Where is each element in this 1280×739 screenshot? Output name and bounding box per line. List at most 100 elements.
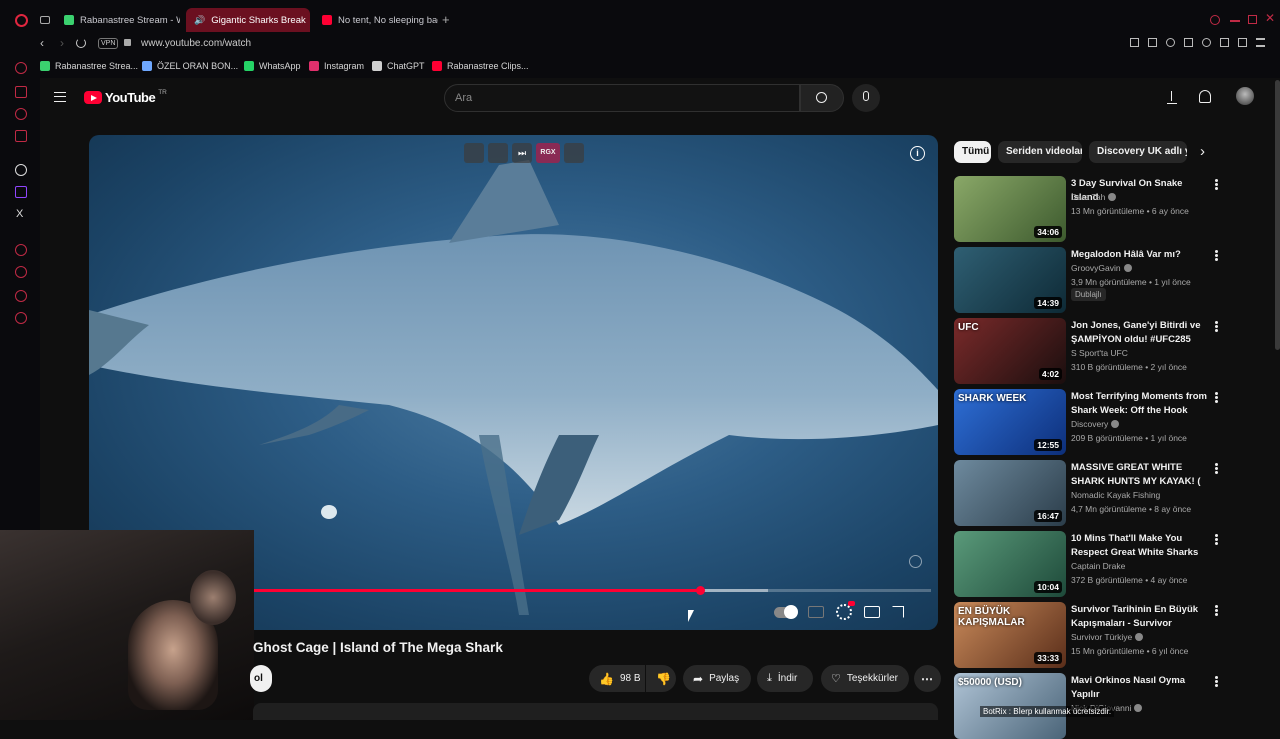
video-thumbnail[interactable]: SHARK WEEK 12:55 <box>954 389 1066 455</box>
recommendation-title[interactable]: 10 Mins That'll Make You Respect Great W… <box>1071 532 1207 559</box>
info-icon[interactable]: i <box>910 146 925 161</box>
sidebar-music-icon[interactable] <box>15 164 27 176</box>
minimize-button[interactable] <box>1230 20 1240 22</box>
recommendation-title[interactable]: Megalodon Hâlâ Var mı? <box>1071 248 1207 262</box>
send-icon[interactable] <box>1184 38 1193 47</box>
video-progress-bar[interactable] <box>253 586 931 595</box>
recommendation-title[interactable]: Most Terrifying Moments from Shark Week:… <box>1071 390 1207 418</box>
channel-name[interactable]: Nomadic Kayak Fishing <box>1071 490 1160 500</box>
avatar[interactable] <box>1236 87 1254 105</box>
video-thumbnail[interactable]: EN BÜYÜK KAPIŞMALAR 33:33 <box>954 602 1066 668</box>
recommendation-card[interactable]: EN BÜYÜK KAPIŞMALAR 33:33 Survivor Tarihin… <box>954 602 1234 668</box>
sidebar-aria-icon[interactable] <box>15 62 27 74</box>
channel-name[interactable]: GroovyGavin <box>1071 263 1132 273</box>
video-thumbnail[interactable]: UFC 4:02 <box>954 318 1066 384</box>
recommendation-card[interactable]: SHARK WEEK 12:55 Most Terrifying Moments f… <box>954 389 1234 455</box>
more-actions-button[interactable]: ⋯ <box>914 665 941 692</box>
youtube-logo[interactable]: YouTube TR <box>84 89 167 105</box>
chips-next-icon[interactable]: › <box>1200 143 1205 160</box>
pin-icon[interactable] <box>1130 38 1139 47</box>
upload-icon[interactable] <box>1167 90 1177 104</box>
bookmark-item[interactable]: ChatGPT <box>372 61 425 71</box>
sidebar-workspace-icon[interactable] <box>15 86 27 98</box>
video-thumbnail[interactable]: 34:06 <box>954 176 1066 242</box>
sidebar-messenger-icon[interactable] <box>15 108 27 120</box>
sidebar-bookmarks-icon[interactable] <box>15 290 27 302</box>
chip-all[interactable]: Tümü <box>954 141 991 163</box>
sidebar-mail-icon[interactable] <box>15 130 27 142</box>
share-button[interactable]: ➦ Paylaş <box>683 665 751 692</box>
heart-icon[interactable] <box>1202 38 1211 47</box>
bookmark-item[interactable]: Rabanastree Clips... <box>432 61 529 71</box>
speaker-icon[interactable]: 🔊 <box>194 15 205 26</box>
theater-mode-icon[interactable] <box>864 606 880 618</box>
recommendation-title[interactable]: Jon Jones, Gane'yi Bitirdi ve ŞAMPİYON o… <box>1071 319 1207 346</box>
more-options-icon[interactable] <box>1212 249 1220 263</box>
rgx-badge[interactable]: RGX <box>536 143 560 163</box>
bookmark-item[interactable]: Instagram <box>309 61 364 71</box>
sidebar-twitch-icon[interactable] <box>15 186 27 198</box>
subscribe-button[interactable]: ol <box>250 665 272 692</box>
search-button[interactable] <box>800 84 844 112</box>
search-tabs-icon[interactable] <box>1210 15 1220 25</box>
forward-button[interactable]: › <box>60 36 64 50</box>
dislike-button[interactable]: 👎 <box>646 665 676 692</box>
browser-tab[interactable]: Rabanastree Stream - Wa <box>56 8 180 32</box>
url-field[interactable]: www.youtube.com/watch <box>141 38 251 49</box>
recommendation-card[interactable]: 14:39 Megalodon Hâlâ Var mı? GroovyGavin 3,… <box>954 247 1234 313</box>
skip-icon[interactable]: ⏭ <box>512 143 532 163</box>
bookmark-item[interactable]: ÖZEL ORAN BON... <box>142 61 238 71</box>
pip-icon[interactable] <box>464 143 484 163</box>
channel-name[interactable]: Captain Drake <box>1071 561 1125 571</box>
wallet-icon[interactable] <box>1220 38 1229 47</box>
adblock-icon[interactable] <box>1166 38 1175 47</box>
chip-series[interactable]: Seriden videolar <box>998 141 1082 163</box>
sidebar-clock-icon[interactable] <box>15 266 27 278</box>
more-options-icon[interactable] <box>1212 320 1220 334</box>
channel-name[interactable]: Dara Tah <box>1071 192 1117 202</box>
more-options-icon[interactable] <box>1212 178 1220 192</box>
recommendation-title[interactable]: Survivor Tarihinin En Büyük Kapışmaları … <box>1071 603 1207 631</box>
search-input[interactable]: Ara <box>444 84 800 112</box>
snapshot-icon[interactable] <box>1148 38 1157 47</box>
download-button[interactable]: ⤓ İndir <box>757 665 813 692</box>
recommendation-card[interactable]: 10:04 10 Mins That'll Make You Respect Gr… <box>954 531 1234 597</box>
new-tab-button[interactable]: + <box>442 12 450 27</box>
browser-tab[interactable]: No tent, No sleeping bag <box>314 8 438 32</box>
sidebar-history-icon[interactable] <box>15 244 27 256</box>
recommendation-card[interactable]: 16:47 MASSIVE GREAT WHITE SHARK HUNTS MY … <box>954 460 1234 526</box>
more-options-icon[interactable] <box>1212 533 1220 547</box>
vpn-badge[interactable]: VPN <box>98 38 119 49</box>
video-thumbnail[interactable]: 10:04 <box>954 531 1066 597</box>
recommendation-title[interactable]: MASSIVE GREAT WHITE SHARK HUNTS MY KAYAK… <box>1071 461 1207 489</box>
recommendation-title[interactable]: Mavi Orkinos Nasıl Oyma Yapılır <box>1071 674 1207 701</box>
autoplay-toggle[interactable] <box>774 604 798 619</box>
reload-icon[interactable] <box>76 38 86 48</box>
recommendation-card[interactable]: 34:06 3 Day Survival On Snake Island Dara … <box>954 176 1234 242</box>
popout-icon[interactable] <box>488 143 508 163</box>
maximize-button[interactable] <box>1248 15 1257 24</box>
voice-search-button[interactable] <box>852 84 880 112</box>
page-scrollbar[interactable] <box>1275 80 1280 350</box>
hamburger-menu-icon[interactable] <box>54 92 66 102</box>
bookmark-item[interactable]: Rabanastree Strea... <box>40 61 138 71</box>
fullscreen-icon[interactable] <box>892 606 904 618</box>
more-options-icon[interactable] <box>1212 462 1220 476</box>
video-thumbnail[interactable]: 16:47 <box>954 460 1066 526</box>
more-options-icon[interactable] <box>1212 604 1220 618</box>
chip-discovery[interactable]: Discovery UK adlı yük <box>1089 141 1187 163</box>
video-thumbnail[interactable]: 14:39 <box>954 247 1066 313</box>
channel-name[interactable]: S Sport'ta UFC <box>1071 348 1128 358</box>
settings-gear-icon[interactable] <box>836 601 855 620</box>
sidebar-toggle-icon[interactable] <box>564 143 584 163</box>
recommendation-card[interactable]: UFC 4:02 Jon Jones, Gane'yi Bitirdi ve ŞAM… <box>954 318 1234 384</box>
like-button[interactable]: 👍 98 B <box>589 665 645 692</box>
channel-name[interactable]: Survivor Türkiye <box>1071 632 1144 642</box>
back-button[interactable]: ‹ <box>40 36 44 50</box>
browser-tab-active[interactable]: 🔊 Gigantic Sharks Break <box>186 8 310 32</box>
opera-logo-icon[interactable] <box>15 14 28 27</box>
more-options-icon[interactable] <box>1212 675 1220 689</box>
bookmark-item[interactable]: WhatsApp <box>244 61 301 71</box>
menu-icon[interactable] <box>1256 38 1265 47</box>
subtitles-icon[interactable] <box>808 606 824 618</box>
